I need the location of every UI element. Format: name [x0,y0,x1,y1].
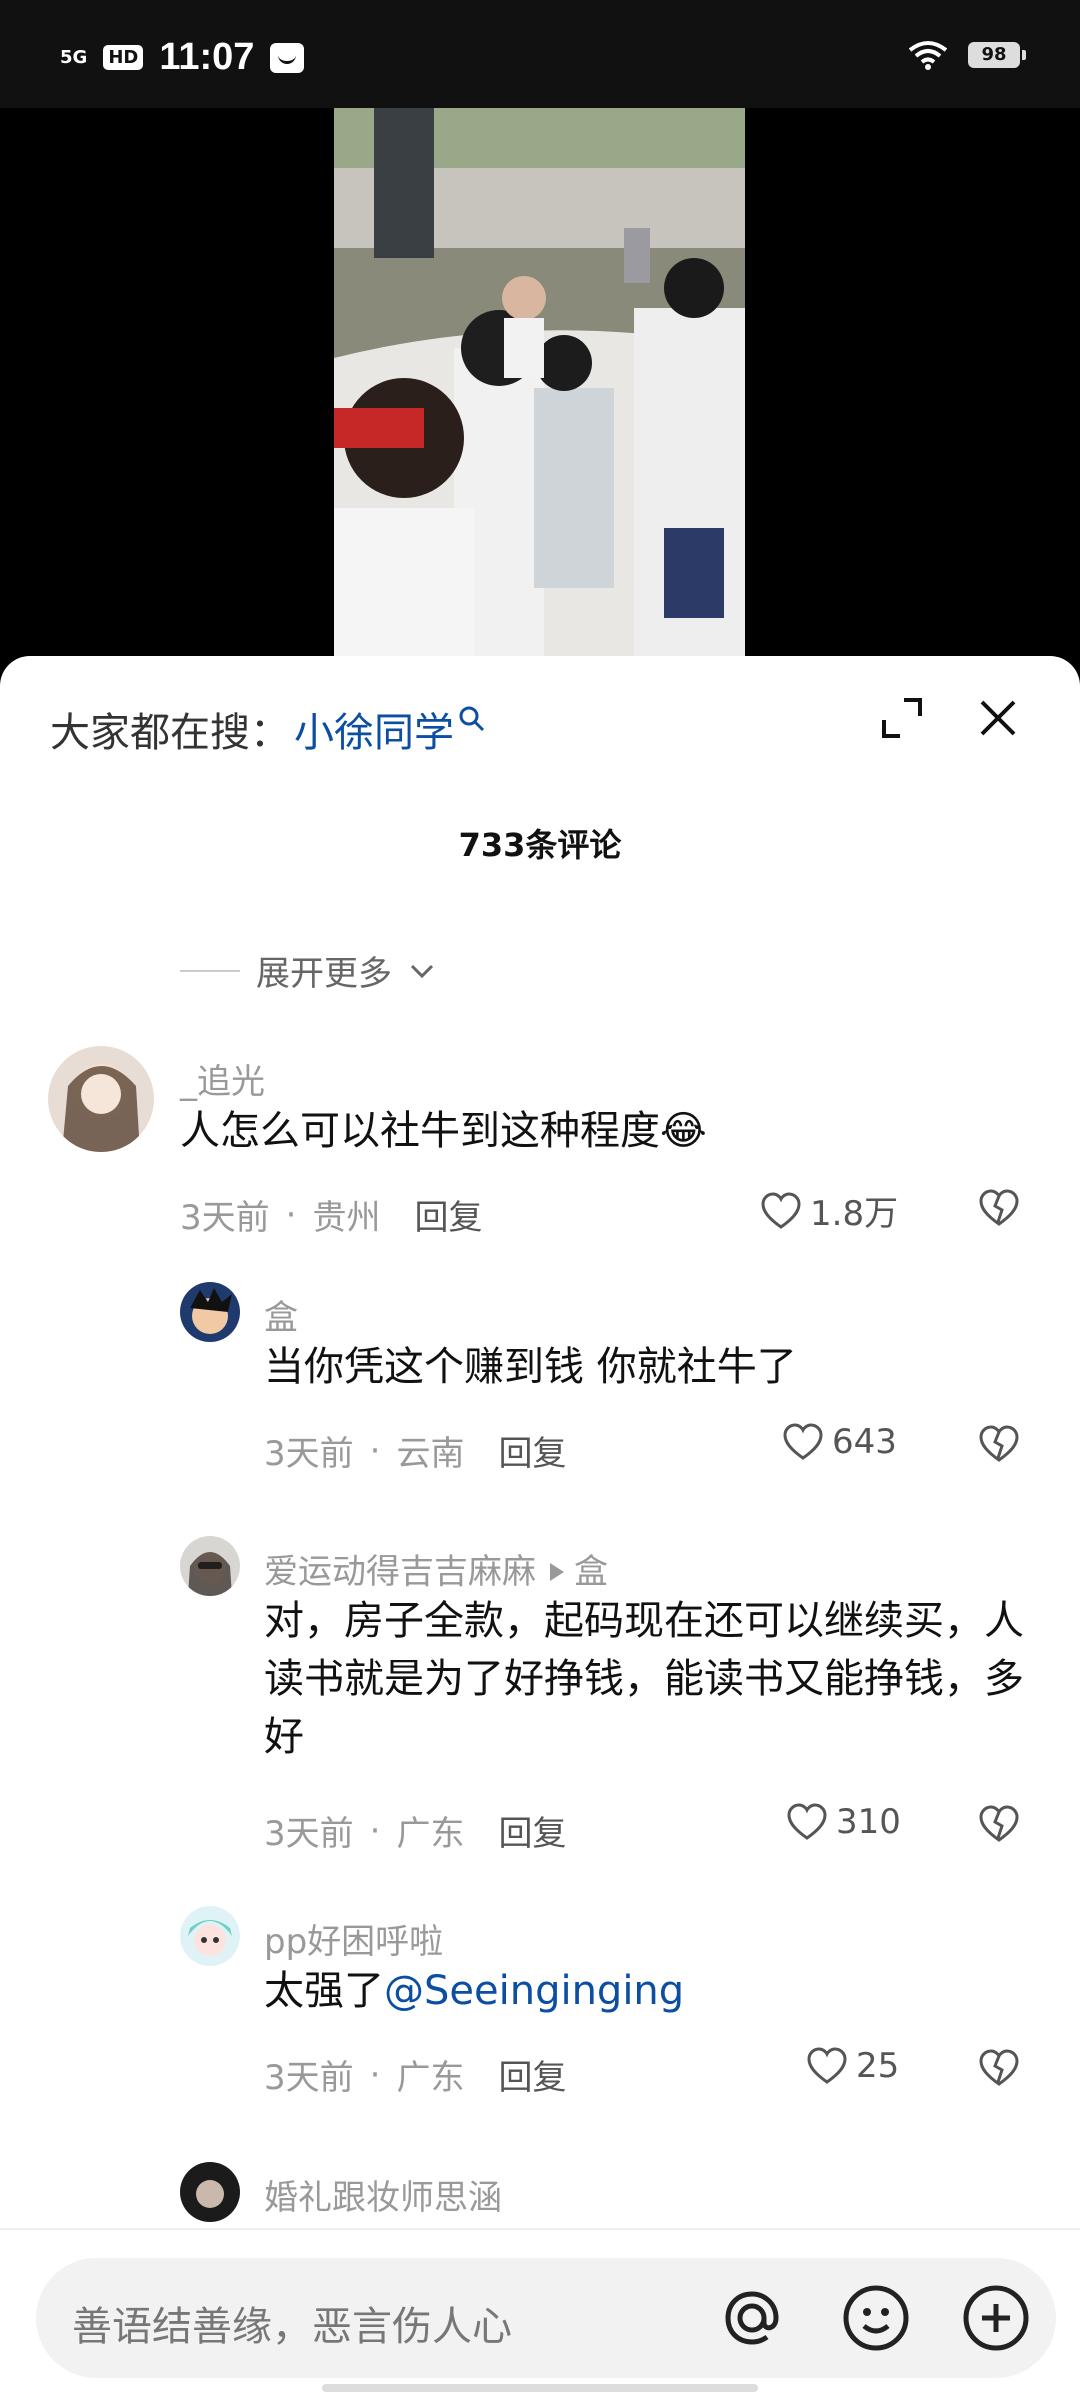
mention-link[interactable]: @Seeinginging [384,1968,684,2014]
heart-icon [787,1803,827,1840]
reply-to-username[interactable]: 盒 [574,1552,608,1592]
like-count: 1.8万 [810,1194,899,1234]
comment-username[interactable]: 盒 [264,1290,298,1339]
comment-time: 3天前 [264,2058,354,2098]
search-icon [459,706,485,732]
comment-time: 3天前 [264,1434,354,1474]
like-button[interactable]: 643 [782,1422,897,1462]
status-bar: 5G HD 11:07 98 [0,0,1080,108]
reply-button[interactable]: 回复 [414,1190,482,1239]
comment-meta: 3天前 · 云南 回复 [264,1426,566,1475]
dislike-icon[interactable] [978,1804,1020,1844]
comment-location: 广东 [396,2058,465,2098]
avatar[interactable] [180,1282,240,1342]
reply-button[interactable]: 回复 [498,1426,566,1475]
expand-more-label: 展开更多 [256,954,392,994]
comment-location: 云南 [396,1434,465,1474]
close-icon[interactable] [976,696,1020,740]
heart-icon [807,2047,847,2084]
comment-text-prefix: 太强了 [264,1968,384,2014]
avatar[interactable] [180,1906,240,1966]
comment-text: 对，房子全款，起码现在还可以继续买，人读书就是为了好挣钱，能读书又能挣钱，多好 [264,1598,1024,1760]
dislike-icon[interactable] [978,1188,1020,1228]
comment-time: 3天前 [264,1814,354,1854]
comment-input-placeholder: 善语结善缘，恶言伤人心 [72,2304,512,2350]
video-player[interactable] [0,108,1080,668]
comment-input[interactable]: 善语结善缘，恶言伤人心 [36,2258,1056,2378]
comment-sheet: 大家都在搜： 小徐同学 733条评论 展开更多 _追光 人怎么可以社牛到这种程度… [0,656,1080,2400]
like-count: 643 [832,1422,897,1462]
like-button[interactable]: 310 [786,1802,901,1842]
emoji-icon[interactable] [840,2282,912,2354]
comment-input-bar: 善语结善缘，恶言伤人心 [0,2228,1080,2402]
avatar[interactable] [48,1046,154,1152]
dislike-icon[interactable] [978,2048,1020,2088]
comment-username[interactable]: 婚礼跟妆师思涵 [264,2170,502,2219]
like-count: 25 [856,2046,900,2086]
comment-username[interactable]: pp好困呼啦 [264,1914,443,1963]
like-count: 310 [836,1802,901,1842]
like-button[interactable]: 1.8万 [760,1186,898,1235]
avatar[interactable] [180,1536,240,1596]
comment-username-text: 爱运动得吉吉麻麻 [264,1552,536,1592]
clock: 11:07 [159,36,255,78]
signal-indicator: 5G [60,46,88,68]
trending-search-label: 大家都在搜： [50,710,290,756]
reply-button[interactable]: 回复 [498,2050,566,2099]
comment-text: 太强了@Seeinginging [264,1962,684,2020]
hd-badge: HD [103,45,144,70]
comment-text: 当你凭这个赚到钱 你就社牛了 [264,1344,797,1390]
heart-icon [783,1423,823,1460]
comment-text: 人怎么可以社牛到这种程度😂 [180,1108,707,1154]
expand-icon[interactable] [880,696,924,740]
at-mention-icon[interactable] [716,2282,788,2354]
video-thumbnail-image [334,108,745,668]
chevron-down-icon [410,964,434,978]
wifi-icon [908,41,948,70]
battery-indicator: 98 [968,42,1026,68]
expand-more-replies[interactable]: 展开更多 [180,946,436,995]
message-icon [270,42,305,73]
trending-search-term[interactable]: 小徐同学 [294,700,454,758]
divider [180,969,240,972]
comment-username[interactable]: _追光 [180,1054,265,1103]
comment-username[interactable]: 爱运动得吉吉麻麻盒 [264,1544,608,1593]
video-frame [334,108,745,668]
avatar[interactable] [180,2162,240,2222]
comment-count-title: 733条评论 [458,826,622,864]
comment-location: 贵州 [312,1198,381,1238]
dislike-icon[interactable] [978,1424,1020,1464]
trending-search[interactable]: 大家都在搜： 小徐同学 [50,700,486,758]
comment-location: 广东 [396,1814,465,1854]
plus-icon[interactable] [960,2282,1032,2354]
like-button[interactable]: 25 [806,2046,899,2086]
home-indicator[interactable] [322,2384,758,2392]
comment-meta: 3天前 · 广东 回复 [264,1806,566,1855]
reply-arrow-icon [550,1563,564,1581]
comment-meta: 3天前 · 广东 回复 [264,2050,566,2099]
heart-icon [761,1191,801,1229]
comment-time: 3天前 [180,1198,270,1238]
reply-button[interactable]: 回复 [498,1806,566,1855]
comment-meta: 3天前 · 贵州 回复 [180,1190,482,1239]
